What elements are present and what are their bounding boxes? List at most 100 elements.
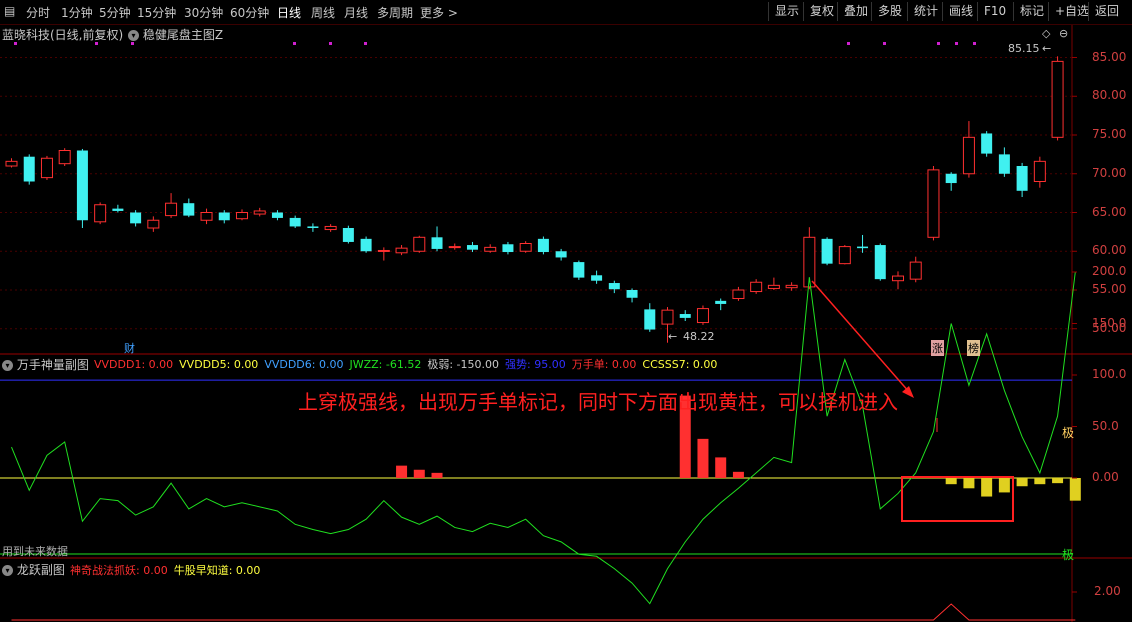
candle-body <box>537 238 549 253</box>
candle-body <box>200 212 213 221</box>
candle <box>40 155 53 180</box>
candle-body <box>377 249 390 252</box>
candle <box>76 148 88 228</box>
sub1-legend-item: CCSSS7: 0.00 <box>642 358 718 371</box>
candle-body <box>147 219 160 229</box>
candle-body <box>76 150 88 221</box>
candle <box>998 147 1010 177</box>
candle-body <box>1016 166 1028 191</box>
candle-body <box>573 262 585 278</box>
candle <box>466 241 478 253</box>
sub1-legend-item: VVDDD1: 0.00 <box>94 358 174 371</box>
indicator-title-main[interactable]: ▾ 稳健尾盘主图Z <box>128 26 223 43</box>
candle-body <box>679 314 691 318</box>
candle <box>431 226 443 252</box>
candle-body <box>448 246 461 249</box>
candle-body <box>342 228 354 242</box>
sub1-legend: VVDDD1: 0.00 VVDDD5: 0.00 VVDDD6: 0.00 JWZZ… <box>94 356 723 372</box>
sub2-title: 龙跃副图 <box>16 563 65 577</box>
sub1-legend-item: 极弱: -150.00 <box>427 358 499 371</box>
candle <box>644 303 656 332</box>
candle <box>715 298 727 311</box>
candle <box>112 204 124 213</box>
candle-body <box>857 246 869 249</box>
candle-body <box>909 261 922 280</box>
stock-title: 蓝晓科技(日线,前复权) <box>2 28 124 42</box>
sub1-dropdown-icon[interactable]: ▾ <box>2 360 13 371</box>
wanshou-bar <box>413 469 425 478</box>
candle <box>927 166 940 241</box>
strong-line-tag: 极 <box>1062 426 1075 440</box>
candle <box>165 193 178 218</box>
chart-corner-icons: ◇ ⊖ <box>1042 27 1068 40</box>
candle <box>732 286 745 301</box>
candle-body <box>732 289 745 300</box>
candle-body <box>271 212 283 218</box>
candle <box>1051 56 1064 141</box>
candle <box>767 277 780 290</box>
high-price-label: 85.15 <box>1008 42 1040 55</box>
price-axis-label: 55.00 <box>1092 282 1127 296</box>
sub1-title: 万手神量副图 <box>16 358 89 372</box>
signal-dot <box>883 42 886 45</box>
sub1-title-wrap[interactable]: ▾ 万手神量副图 <box>2 356 89 373</box>
finance-marker[interactable]: 财 <box>124 340 135 356</box>
candle <box>23 154 35 185</box>
candle-body <box>785 284 798 289</box>
annotation-text: 上穿极强线，出现万手单标记，同时下方面出现黄柱，可以择机进入 <box>298 390 898 414</box>
price-axis-label: 80.00 <box>1092 88 1127 103</box>
yellow-bar <box>1069 478 1081 501</box>
candle <box>5 158 18 168</box>
wanshou-bar <box>697 438 709 478</box>
candle-body <box>94 204 107 223</box>
sub1-legend-item: VVDDD5: 0.00 <box>179 358 259 371</box>
candle <box>94 202 107 225</box>
candle <box>183 198 195 218</box>
sub1-legend-item: 强势: 95.00 <box>505 358 566 371</box>
price-axis-label: 60.00 <box>1092 243 1127 258</box>
candle-body <box>644 309 656 330</box>
candle-body <box>838 246 851 265</box>
wanshou-bar <box>732 471 744 478</box>
candle-body <box>23 156 35 182</box>
candle <box>58 148 71 166</box>
candle <box>519 241 532 253</box>
candle-body <box>608 283 620 290</box>
candle-body <box>962 136 975 175</box>
sub1-legend-item: 万手单: 0.00 <box>571 358 637 371</box>
candle-body <box>1033 160 1046 183</box>
sub2-legend-item: 牛股早知道: 0.00 <box>173 564 261 577</box>
yellow-bar <box>963 478 975 489</box>
chart-canvas[interactable]: ◇ ⊖ <box>0 0 1132 622</box>
candle <box>821 237 833 266</box>
indicator-dropdown-icon[interactable]: ▾ <box>128 30 139 41</box>
candle-body <box>626 290 638 298</box>
limit-up-marker[interactable]: 涨 <box>931 340 944 356</box>
candle-body <box>945 173 957 184</box>
candle-body <box>502 244 514 253</box>
candle <box>591 270 603 284</box>
candle-body <box>40 157 53 179</box>
price-axis-label: 70.00 <box>1092 165 1127 180</box>
sub2-legend: 神奇战法抓妖: 0.00 牛股早知道: 0.00 <box>70 562 266 578</box>
sub1-axis-label: 150.0 <box>1092 315 1127 330</box>
candle-body <box>981 133 993 154</box>
candle <box>484 244 497 253</box>
candle-body <box>696 308 709 324</box>
high-price-arrow: ← <box>1042 42 1052 55</box>
sub2-title-wrap[interactable]: ▾ 龙跃副图 <box>2 561 65 578</box>
candle-body <box>466 245 478 250</box>
yellow-bar <box>998 478 1010 493</box>
candle <box>555 248 567 261</box>
yellow-bar <box>1016 478 1028 487</box>
signal-dot <box>364 42 367 45</box>
candle-body <box>1051 60 1064 138</box>
yellow-bar <box>1052 478 1064 484</box>
candle <box>253 207 266 217</box>
ranking-marker[interactable]: 榜 <box>967 340 980 356</box>
candle <box>130 210 142 227</box>
candle <box>360 236 372 253</box>
candle-body <box>289 217 301 227</box>
candle-body <box>927 169 940 238</box>
sub2-dropdown-icon[interactable]: ▾ <box>2 565 13 576</box>
